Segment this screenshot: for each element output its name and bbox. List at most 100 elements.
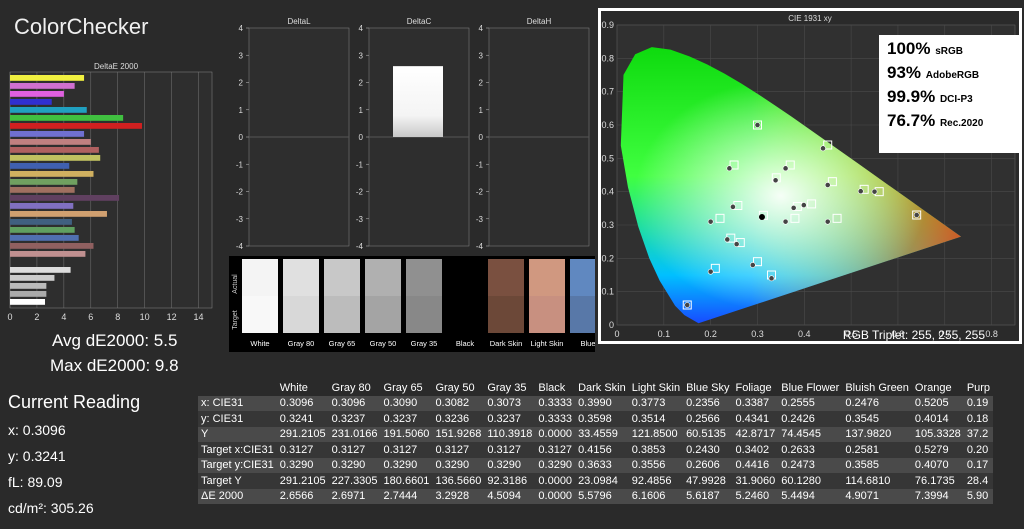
swatch-target xyxy=(529,296,565,333)
cie-actual-point xyxy=(820,145,826,152)
cie-actual-point xyxy=(772,177,779,184)
table-cell: 0.3990 xyxy=(575,395,629,411)
table-header-cell: Orange xyxy=(911,380,964,396)
deltae-bar xyxy=(10,211,107,217)
table-cell: 0.2581 xyxy=(842,442,912,458)
table-cell: 0.2566 xyxy=(683,411,733,427)
delta-tick-label: 0 xyxy=(239,133,244,142)
cie-actual-point xyxy=(726,165,733,172)
table-header-cell: Gray 65 xyxy=(380,380,433,396)
swatch-label: Light Skin xyxy=(531,339,564,348)
deltae-bar xyxy=(10,91,64,97)
cie-actual-point xyxy=(707,218,714,225)
table-cell: Target Y xyxy=(198,473,277,489)
cie-actual-point xyxy=(790,204,797,211)
table-header-cell: Foliage xyxy=(732,380,779,396)
table-cell: 47.9928 xyxy=(683,473,733,489)
table-cell: 137.9820 xyxy=(842,426,912,442)
table-header-cell: Gray 80 xyxy=(328,380,381,396)
deltae-bar xyxy=(10,299,46,305)
delta-tick-label: 1 xyxy=(479,106,484,115)
deltae-bar-chart: DeltaE 2000 0 2 4 6 8 10 12 14 xyxy=(7,62,213,322)
table-cell: 0.3241 xyxy=(276,411,329,427)
table-row: y: CIE31 0.3241 0.3237 0.3237 0.3236 0.3237 0.… xyxy=(198,411,994,427)
deltae-bar xyxy=(10,83,75,89)
table-cell: 151.9268 xyxy=(432,426,485,442)
swatch-target xyxy=(324,296,360,333)
table-cell: 0.20 xyxy=(963,442,994,458)
table-cell: 0.3082 xyxy=(432,395,485,411)
table-cell: 0.3096 xyxy=(328,395,381,411)
cie-actual-point xyxy=(733,241,740,248)
table-cell: 0.2476 xyxy=(842,395,912,411)
table-cell: 0.3127 xyxy=(276,442,329,458)
swatch-target xyxy=(365,296,401,333)
deltae-bar xyxy=(10,115,124,121)
table-cell: 3.2928 xyxy=(432,488,485,504)
swatch-actual xyxy=(324,259,360,296)
cie-actual-point xyxy=(913,212,920,218)
delta-panel-title: DeltaH xyxy=(527,17,552,26)
table-cell: 5.2460 xyxy=(732,488,779,504)
table-cell: 92.4856 xyxy=(628,473,684,489)
cie-actual-point xyxy=(754,122,761,128)
table-cell: 0.3402 xyxy=(732,442,779,458)
table-cell: 0.4341 xyxy=(732,411,779,427)
delta-tick-label: 3 xyxy=(359,51,364,60)
cie-actual-point xyxy=(800,202,807,208)
gamut-dcip3: 99.9% DCI-P3 xyxy=(887,87,973,106)
swatch-actual xyxy=(365,259,401,296)
deltae-bar xyxy=(10,171,94,177)
cie-x-tick: 0.8 xyxy=(985,329,998,339)
delta-bar xyxy=(393,66,443,137)
table-cell: 23.0984 xyxy=(575,473,629,489)
table-cell: 0.3237 xyxy=(484,411,536,427)
deltae-bar xyxy=(10,243,94,249)
swatch-target xyxy=(242,296,278,333)
table-row: Target x:CIE31 0.3127 0.3127 0.3127 0.3127 0.… xyxy=(198,442,994,458)
swatch-actual xyxy=(488,259,524,296)
table-cell: y: CIE31 xyxy=(198,411,277,427)
delta-tick-label: 1 xyxy=(239,106,244,115)
table-cell: 0.3127 xyxy=(432,442,485,458)
table-cell: 60.1280 xyxy=(778,473,843,489)
gamut-srgb: 100% sRGB xyxy=(887,39,964,58)
table-header-cell: Gray 35 xyxy=(484,380,536,396)
gamut-coverage-box: 100% sRGB 93% AdobeRGB 99.9% DCI-P3 76.7… xyxy=(879,35,1019,153)
delta-tick-label: -2 xyxy=(476,188,484,197)
swatch-strip: Actual Target White Gray 80 Gray 65 Gray 50… xyxy=(229,256,595,352)
cie-actual-point xyxy=(824,182,831,188)
table-cell: 0.2555 xyxy=(778,395,843,411)
table-cell: 291.2105 xyxy=(276,473,329,489)
table-header-cell: Dark Skin xyxy=(575,380,629,396)
table-cell: 0.3290 xyxy=(484,457,536,473)
table-header-cell: Purp xyxy=(963,380,994,396)
table-cell: 33.4559 xyxy=(575,426,629,442)
cie-actual-point xyxy=(782,218,789,225)
table-cell: 121.8500 xyxy=(628,426,684,442)
cie-y-tick: 0.4 xyxy=(601,187,614,197)
current-reading-title: Current Reading xyxy=(8,392,141,412)
delta-tick-label: -2 xyxy=(236,188,244,197)
table-header-cell: Bluish Green xyxy=(842,380,912,396)
rgb-triplet: RGB Triplet: 255, 255, 255 xyxy=(843,328,985,341)
table-cell: 0.0000 xyxy=(535,488,576,504)
table-cell: Target x:CIE31 xyxy=(198,442,277,458)
swatch-label: White xyxy=(250,339,269,348)
table-cell: 74.4545 xyxy=(778,426,843,442)
table-cell: 0.3387 xyxy=(732,395,779,411)
cie-actual-point xyxy=(768,275,775,282)
cie-y-tick: 0.7 xyxy=(601,87,614,97)
table-cell: 2.6566 xyxy=(276,488,329,504)
table-cell: 0.3290 xyxy=(432,457,485,473)
table-cell: 0.4014 xyxy=(911,411,964,427)
swatch-target xyxy=(570,296,595,333)
table-cell: 0.3290 xyxy=(328,457,381,473)
actual-row-label: Actual xyxy=(232,274,239,294)
gamut-rec2020: 76.7% Rec.2020 xyxy=(887,111,984,130)
delta-tick-label: -2 xyxy=(356,188,364,197)
table-cell: Y xyxy=(198,426,277,442)
table-cell: 6.1606 xyxy=(628,488,684,504)
table-cell: 0.0000 xyxy=(535,426,576,442)
table-cell: ΔE 2000 xyxy=(198,488,277,504)
